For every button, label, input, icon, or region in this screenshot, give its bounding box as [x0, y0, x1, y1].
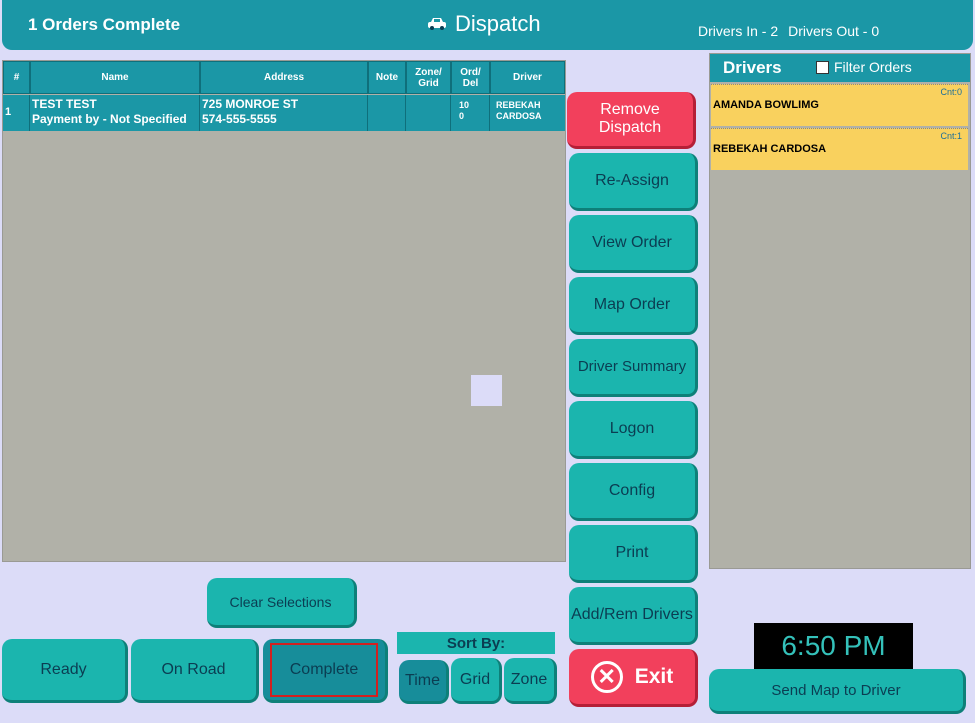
col-driver: Driver — [490, 61, 565, 94]
on-road-filter-button[interactable]: On Road — [131, 639, 259, 703]
col-name: Name — [30, 61, 200, 94]
top-bar: 1 Orders Complete Dispatch Drivers In - … — [2, 0, 973, 50]
driver-last: CARDOSA — [496, 111, 542, 121]
col-number: # — [3, 61, 30, 94]
reassign-button[interactable]: Re-Assign — [569, 153, 698, 211]
sort-time-button[interactable]: Time — [399, 660, 449, 704]
complete-label: Complete — [289, 660, 359, 678]
remove-dispatch-button[interactable]: Remove Dispatch — [567, 92, 696, 149]
view-order-button[interactable]: View Order — [569, 215, 698, 273]
row-address: 725 MONROE ST 574-555-5555 — [200, 95, 368, 131]
row-driver: REBEKAH CARDOSA — [490, 95, 565, 131]
driver-summary-button[interactable]: Driver Summary — [569, 339, 698, 397]
row-name: TEST TEST Payment by - Not Specified — [30, 95, 200, 131]
clear-selections-button[interactable]: Clear Selections — [207, 578, 357, 628]
row-note — [368, 95, 406, 131]
drivers-out-count: Drivers Out - 0 — [788, 23, 880, 39]
drivers-in-count: Drivers In - 2 — [698, 23, 779, 39]
clock-display: 6:50 PM — [754, 623, 913, 669]
exit-button[interactable]: ✕ Exit — [569, 649, 698, 707]
empty-placeholder — [471, 375, 502, 406]
exit-label: Exit — [634, 664, 674, 688]
row-zone — [406, 95, 451, 131]
driver-name: AMANDA BOWLIMG — [713, 99, 819, 111]
row-number: 1 — [3, 95, 30, 131]
col-zone-grid: Zone/ Grid — [406, 61, 451, 94]
sort-grid-button[interactable]: Grid — [451, 658, 502, 704]
customer-name: TEST TEST — [32, 97, 97, 111]
filter-orders-checkbox[interactable] — [816, 60, 829, 74]
row-ord-del: 10 0 — [451, 95, 490, 131]
filter-orders-toggle[interactable]: Filter Orders — [816, 59, 912, 75]
col-note: Note — [368, 61, 406, 94]
col-ord-del: Ord/ Del — [451, 61, 490, 94]
sort-by-label: Sort By: — [397, 632, 555, 654]
address-phone: 574-555-5555 — [202, 112, 277, 126]
col-address: Address — [200, 61, 368, 94]
drivers-header: Drivers Filter Orders — [710, 54, 970, 82]
car-icon — [428, 18, 446, 30]
orders-complete-label: 1 Orders Complete — [28, 15, 181, 34]
add-rem-drivers-button[interactable]: Add/Rem Drivers — [569, 587, 698, 645]
page-title-group: Dispatch — [427, 11, 541, 37]
driver-card[interactable]: Cnt:1 REBEKAH CARDOSA — [711, 128, 968, 170]
selected-outline: Complete — [270, 642, 378, 697]
drivers-title: Drivers — [723, 58, 782, 77]
orders-table: # Name Address Note Zone/ Grid Ord/ Del … — [2, 60, 566, 562]
complete-filter-button[interactable]: Complete — [263, 639, 388, 703]
driver-count: Cnt:1 — [940, 131, 962, 141]
sort-zone-button[interactable]: Zone — [504, 658, 557, 704]
payment-info: Payment by - Not Specified — [32, 112, 187, 126]
driver-card[interactable]: Cnt:0 AMANDA BOWLIMG — [711, 84, 968, 126]
address-street: 725 MONROE ST — [202, 97, 299, 111]
drivers-panel: Drivers Filter Orders Cnt:0 AMANDA BOWLI… — [709, 53, 971, 569]
send-map-to-driver-button[interactable]: Send Map to Driver — [709, 669, 966, 714]
print-button[interactable]: Print — [569, 525, 698, 583]
close-circle-icon: ✕ — [590, 660, 623, 693]
ready-filter-button[interactable]: Ready — [2, 639, 128, 703]
map-order-button[interactable]: Map Order — [569, 277, 698, 335]
logon-button[interactable]: Logon — [569, 401, 698, 459]
table-row[interactable]: 1 TEST TEST Payment by - Not Specified 7… — [3, 95, 565, 131]
driver-first: REBEKAH — [496, 100, 541, 110]
driver-count: Cnt:0 — [940, 87, 962, 97]
del-value: 0 — [459, 111, 465, 121]
filter-orders-label: Filter Orders — [834, 59, 912, 75]
driver-counts: Drivers In - 2 Drivers Out - 0 — [698, 23, 879, 39]
ord-value: 10 — [459, 100, 470, 110]
config-button[interactable]: Config — [569, 463, 698, 521]
orders-table-header: # Name Address Note Zone/ Grid Ord/ Del … — [3, 61, 565, 94]
driver-name: REBEKAH CARDOSA — [713, 143, 827, 155]
page-title: Dispatch — [455, 11, 541, 36]
